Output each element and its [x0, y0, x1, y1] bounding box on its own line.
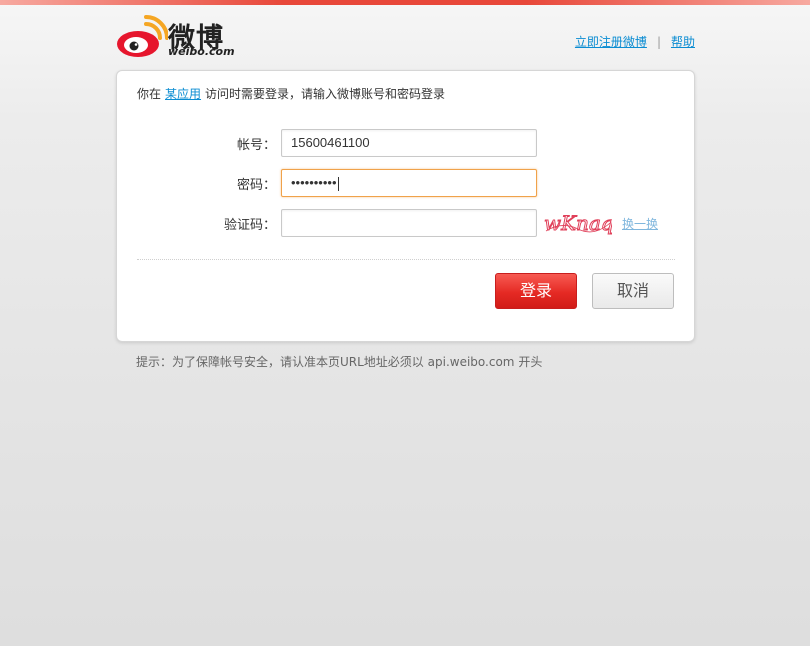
captcha-input[interactable] — [281, 209, 537, 237]
notice-suffix: 访问时需要登录，请输入微博账号和密码登录 — [205, 87, 446, 101]
password-value: •••••••••• — [291, 175, 337, 190]
notice-prefix: 你在 — [137, 87, 162, 101]
account-value: 15600461100 — [291, 135, 370, 150]
help-link[interactable]: 帮助 — [671, 35, 695, 49]
password-input[interactable]: •••••••••• — [281, 169, 537, 197]
form-divider — [137, 259, 675, 260]
captcha-image[interactable]: wKnaq — [542, 209, 613, 237]
header-separator: | — [656, 35, 661, 49]
login-panel: 你在 某应用 访问时需要登录，请输入微博账号和密码登录 帐号： 1560046110… — [116, 70, 695, 342]
login-notice: 你在 某应用 访问时需要登录，请输入微博账号和密码登录 — [137, 85, 445, 102]
weibo-logo[interactable]: 微博 weibo.com — [116, 14, 240, 60]
captcha-text: wKnaq — [544, 211, 612, 235]
password-label: 密码： — [236, 178, 276, 193]
account-label: 帐号： — [236, 138, 276, 153]
security-footnote: 提示：为了保障帐号安全，请认准本页URL地址必须以 api.weibo.com … — [136, 353, 542, 370]
footnote-tail: 开头 — [518, 355, 543, 369]
weibo-eye-logo-icon — [117, 15, 168, 57]
cancel-button[interactable]: 取消 — [592, 273, 674, 309]
top-accent-bar — [0, 0, 810, 5]
footnote-text: 提示：为了保障帐号安全，请认准本页URL地址必须以 — [136, 355, 424, 369]
register-link[interactable]: 立即注册微博 — [575, 35, 647, 49]
footnote-domain: api.weibo.com — [427, 355, 515, 369]
text-caret — [337, 176, 339, 191]
app-name-link[interactable]: 某应用 — [165, 87, 201, 101]
header-links: 立即注册微博 | 帮助 — [575, 33, 695, 50]
logo-domain: weibo.com — [168, 45, 235, 58]
captcha-label: 验证码： — [223, 218, 276, 233]
change-captcha-link[interactable]: 换一换 — [622, 215, 658, 232]
account-input[interactable]: 15600461100 — [281, 129, 537, 157]
login-button[interactable]: 登录 — [495, 273, 577, 309]
